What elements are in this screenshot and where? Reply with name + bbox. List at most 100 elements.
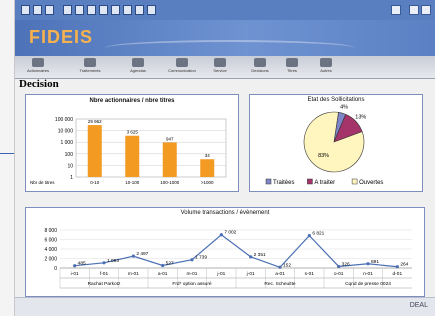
y-tick-label: 100 000	[55, 117, 73, 123]
favorites-icon[interactable]	[99, 5, 108, 15]
group-label: Rec. Scheuitte	[264, 281, 296, 287]
refresh-icon[interactable]	[63, 5, 72, 15]
tools-icon	[84, 58, 96, 67]
data-point	[102, 261, 106, 265]
edit-icon[interactable]	[147, 5, 156, 15]
x-tick-label: n-01	[363, 271, 373, 277]
desktop-background	[0, 0, 14, 316]
app-logo-icon	[391, 5, 401, 15]
print-icon[interactable]	[135, 5, 144, 15]
data-label: 2 497	[136, 251, 148, 257]
x-tick-label: a-01	[158, 271, 168, 277]
data-label: 7 002	[224, 230, 236, 236]
bar-value-label: 34	[205, 153, 211, 158]
x-tick-label: m-01	[128, 271, 139, 277]
data-point	[366, 262, 370, 266]
nav-service[interactable]: Service	[201, 56, 239, 78]
x-tick-label: m-01	[187, 271, 198, 277]
line-chart: 8 000 6 000 4 000 2 000 0 485 1 093 2 497 527 1 7…	[44, 228, 412, 289]
chart-icon	[254, 58, 266, 67]
data-label: 1 093	[107, 258, 119, 264]
y-tick-label: 4 000	[44, 247, 57, 253]
x-tick-label: i-01	[71, 271, 79, 277]
x-tick-label: f-01	[100, 271, 109, 277]
brand-label: DEAL	[409, 302, 428, 309]
main-nav: Actionnaires Traitements Agendas Communi…	[15, 56, 435, 79]
nav-actionnaires[interactable]: Actionnaires	[19, 56, 57, 78]
group-label: Frd* option assuré	[172, 281, 212, 287]
x-tick-label: 10-100	[125, 180, 140, 185]
x-tick-label: a-01	[275, 271, 285, 277]
nav-label: Communication	[168, 68, 196, 73]
pie-chart-panel: Etat des Sollicitations 4% 13% 83% Traitées…	[249, 94, 423, 192]
mail-icon[interactable]	[123, 5, 132, 15]
y-tick-label: 10 000	[58, 129, 74, 135]
footer-bar	[15, 297, 435, 316]
x-tick-label: j-01	[246, 271, 255, 277]
x-tick-label: o-01	[334, 271, 344, 277]
slice-label: 13%	[355, 114, 366, 120]
bar	[200, 159, 215, 177]
bar-value-label: 3 625	[127, 130, 139, 135]
row-label: Nbr de titres	[30, 180, 55, 185]
nav-autres[interactable]: Autres	[307, 56, 345, 78]
nav-label: Autres	[320, 68, 332, 73]
forward-icon[interactable]	[33, 5, 42, 15]
x-tick-label: j-01	[216, 271, 225, 277]
pie-chart: 4% 13% 83% Traitées A traiter Ouvertes	[265, 104, 383, 186]
nav-label: Decisions	[251, 68, 269, 73]
history-icon[interactable]	[111, 5, 120, 15]
data-label: 152	[283, 262, 291, 268]
legend-label: A traiter	[314, 180, 335, 186]
data-point	[73, 264, 77, 268]
page-title: Decision	[19, 78, 59, 90]
home-icon[interactable]	[75, 5, 84, 15]
stop-icon[interactable]	[45, 5, 54, 15]
nav-communication[interactable]: Communication	[163, 56, 201, 78]
nav-agendas[interactable]: Agendas	[119, 56, 157, 78]
data-point	[219, 233, 223, 237]
document-icon	[286, 58, 298, 67]
minimize-icon[interactable]	[409, 5, 419, 15]
nav-label: Agendas	[130, 68, 146, 73]
data-point	[337, 264, 341, 269]
bar-value-label: 29 962	[88, 119, 102, 124]
data-point	[161, 263, 165, 268]
clock-icon	[132, 58, 144, 67]
back-icon[interactable]	[21, 5, 30, 15]
x-tick-label: d-01	[393, 271, 403, 277]
search-icon[interactable]	[87, 5, 96, 15]
data-label: 1 739	[195, 255, 207, 261]
bar	[162, 142, 177, 177]
connector-line	[0, 153, 14, 154]
data-point	[278, 265, 282, 269]
nav-label: Traitements	[79, 68, 101, 73]
nav-label: Actionnaires	[26, 68, 49, 73]
fideis-logo: FIDEIS	[29, 27, 93, 48]
bar-chart: 100 000 10 000 1 000 100 10 1 29 962 0-10 3 625 1…	[30, 117, 227, 185]
line-chart-panel: Volume transactions / évènement 8 000 6 0…	[25, 207, 425, 297]
y-tick-label: 10	[67, 163, 73, 169]
y-tick-label: 0	[54, 266, 57, 272]
data-point	[190, 258, 194, 262]
x-tick-label: >1000	[201, 180, 214, 185]
data-label: 485	[78, 261, 86, 267]
banner-swoosh	[105, 40, 355, 56]
user-icon	[214, 58, 226, 67]
nav-traitements[interactable]: Traitements	[71, 56, 109, 78]
data-label: 527	[166, 260, 174, 266]
app-window: FIDEIS Actionnaires Traitements Agendas …	[14, 0, 435, 316]
bar	[125, 135, 140, 177]
legend-label: Ouvertes	[359, 180, 383, 186]
y-tick-label: 6 000	[44, 238, 57, 244]
slice-label: 83%	[318, 153, 329, 159]
legend-swatch	[265, 178, 272, 185]
close-icon[interactable]	[421, 5, 431, 15]
y-tick-label: 1	[70, 175, 73, 181]
legend-label: Traitées	[273, 180, 294, 186]
x-tick-label: 100-1000	[160, 180, 180, 185]
y-tick-label: 1 000	[60, 140, 73, 146]
data-point	[249, 255, 253, 259]
data-label: 891	[371, 259, 379, 265]
nav-titres[interactable]: Titres	[273, 56, 311, 78]
